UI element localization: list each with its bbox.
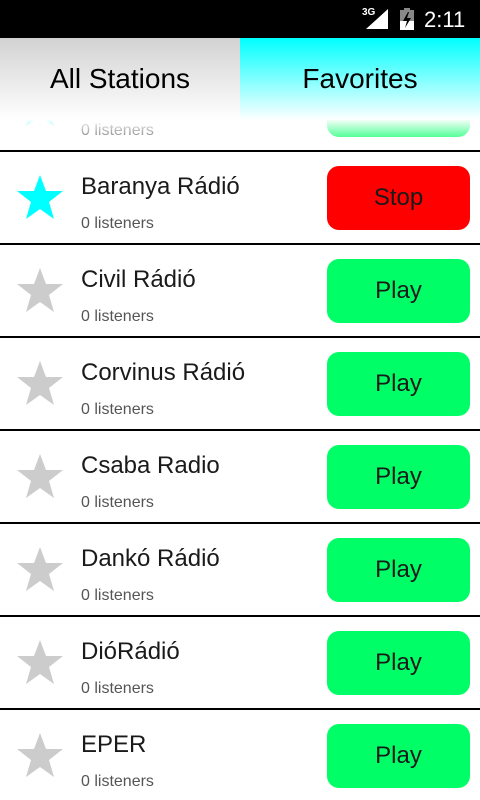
play-button[interactable]: Play (327, 259, 470, 323)
play-button[interactable]: Play (327, 724, 470, 788)
star-icon[interactable] (15, 359, 65, 407)
station-row[interactable]: Balaton Rádió0 listenersPlay (0, 120, 480, 152)
star-icon[interactable] (15, 638, 65, 686)
status-bar: 3G 2:11 (0, 0, 480, 38)
station-row[interactable]: EPER 0 listeners Play (0, 710, 480, 800)
star-icon[interactable] (15, 731, 65, 779)
listener-count: 0 listeners (81, 122, 154, 139)
station-row[interactable]: Corvinus Rádió 0 listeners Play (0, 338, 480, 431)
station-name: Baranya Rádió (81, 173, 240, 200)
play-button[interactable]: Play (327, 352, 470, 416)
station-name: Dankó Rádió (81, 545, 220, 572)
listener-count: 0 listeners (81, 494, 154, 511)
play-button[interactable]: Play (327, 538, 470, 602)
star-icon[interactable] (15, 545, 65, 593)
play-button[interactable]: Play (327, 445, 470, 509)
play-button[interactable]: Play (327, 120, 470, 137)
tab-all-stations[interactable]: All Stations (0, 38, 240, 120)
clock: 2:11 (424, 7, 466, 32)
station-row[interactable]: Csaba Radio 0 listeners Play (0, 431, 480, 524)
battery-charging-icon (400, 8, 414, 30)
station-list[interactable]: Balaton Rádió0 listenersPlayBaranya Rádi… (0, 120, 480, 800)
stop-button[interactable]: Stop (327, 166, 470, 230)
station-name: Corvinus Rádió (81, 359, 246, 386)
star-icon[interactable] (15, 266, 65, 314)
star-icon[interactable] (15, 120, 65, 128)
station-name: Civil Rádió (81, 266, 196, 293)
station-row[interactable]: Civil Rádió 0 listeners Play (0, 245, 480, 338)
tab-bar: All Stations Favorites (0, 38, 480, 120)
listener-count: 0 listeners (81, 215, 154, 232)
listener-count: 0 listeners (81, 401, 154, 418)
station-name: Csaba Radio (81, 452, 220, 479)
listener-count: 0 listeners (81, 308, 154, 325)
station-row[interactable]: DióRádió 0 listeners Play (0, 617, 480, 710)
signal-icon (366, 9, 388, 29)
station-row[interactable]: Dankó Rádió 0 listeners Play (0, 524, 480, 617)
star-icon[interactable] (15, 173, 65, 221)
listener-count: 0 listeners (81, 680, 154, 697)
station-row[interactable]: Baranya Rádió 0 listeners Stop (0, 152, 480, 245)
listener-count: 0 listeners (81, 587, 154, 604)
star-icon[interactable] (15, 452, 65, 500)
station-name: DióRádió (81, 638, 180, 665)
listener-count: 0 listeners (81, 773, 154, 790)
play-button[interactable]: Play (327, 631, 470, 695)
station-name: EPER (81, 731, 147, 758)
tab-favorites[interactable]: Favorites (240, 38, 480, 120)
